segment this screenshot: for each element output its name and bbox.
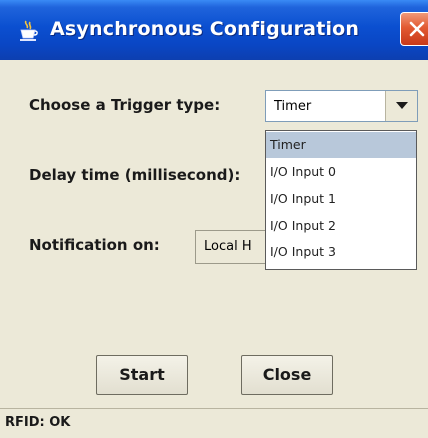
notification-label: Notification on:	[29, 236, 160, 254]
title-bar[interactable]: Asynchronous Configuration	[0, 0, 428, 60]
trigger-type-value: Timer	[274, 99, 312, 114]
dropdown-option-timer[interactable]: Timer	[266, 132, 416, 158]
delay-time-label: Delay time (millisecond):	[29, 166, 241, 184]
dropdown-option-io-input-1[interactable]: I/O Input 1	[266, 186, 416, 212]
close-icon	[409, 21, 425, 37]
java-cup-icon	[18, 20, 38, 42]
trigger-type-label: Choose a Trigger type:	[29, 96, 221, 114]
notification-value: Local H	[204, 239, 252, 254]
trigger-type-combobox[interactable]: Timer	[265, 90, 418, 122]
dropdown-option-io-input-3[interactable]: I/O Input 3	[266, 239, 416, 265]
close-window-button[interactable]	[400, 12, 428, 46]
triangle-down-icon	[396, 102, 408, 109]
start-button[interactable]: Start	[96, 355, 188, 395]
trigger-type-dropdown-list[interactable]: Timer I/O Input 0 I/O Input 1 I/O Input …	[265, 130, 417, 270]
window-title: Asynchronous Configuration	[50, 18, 360, 40]
status-bar: RFID: OK	[0, 408, 428, 438]
notification-field[interactable]: Local H	[195, 230, 275, 264]
dropdown-option-io-input-2[interactable]: I/O Input 2	[266, 213, 416, 239]
async-config-window: Asynchronous Configuration Choose a Trig…	[0, 0, 428, 438]
trigger-type-dropdown-button[interactable]	[385, 91, 417, 121]
dropdown-option-io-input-0[interactable]: I/O Input 0	[266, 159, 416, 185]
status-text: RFID: OK	[5, 415, 71, 430]
close-button[interactable]: Close	[241, 355, 333, 395]
